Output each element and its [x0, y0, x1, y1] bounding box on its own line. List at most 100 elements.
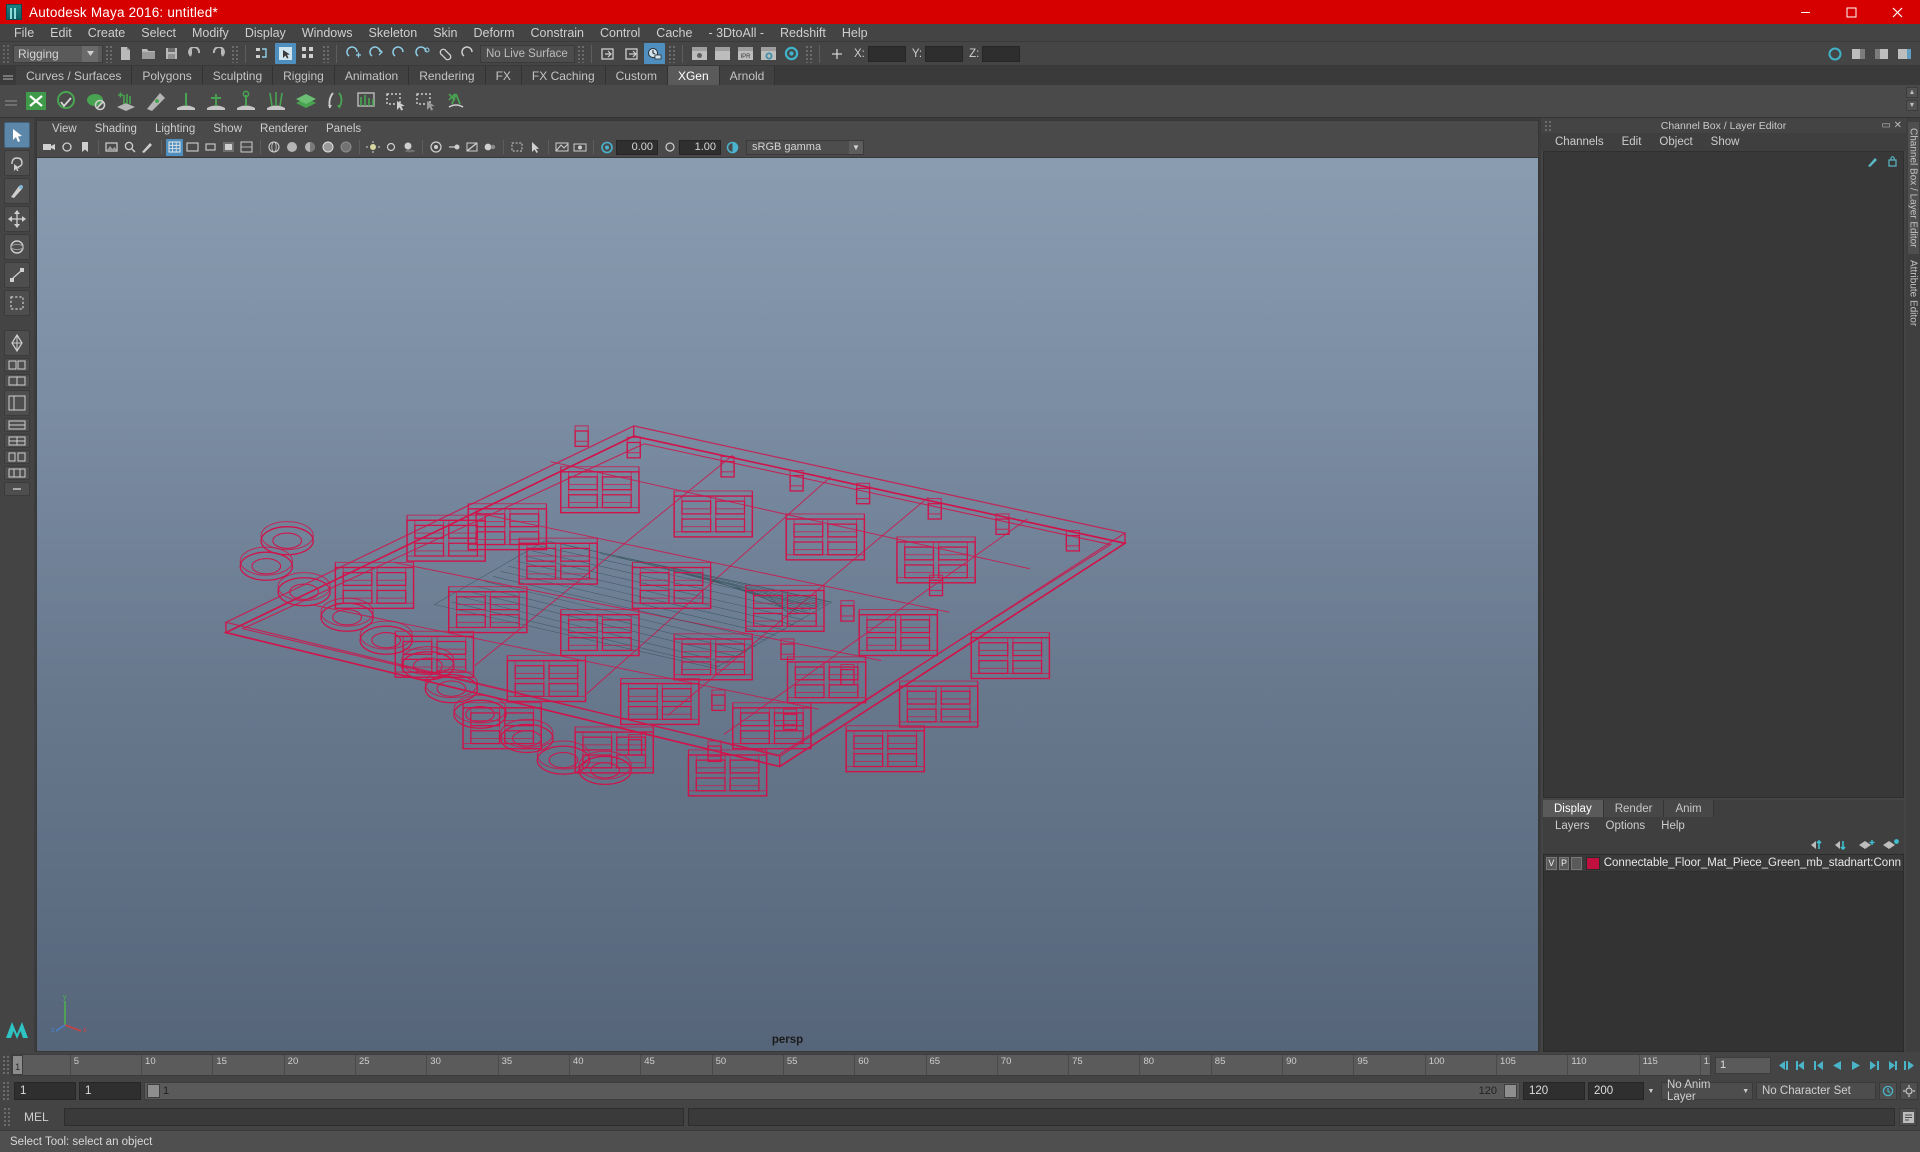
layer-list[interactable]: V P Connectable_Floor_Mat_Piece_Green_mb… — [1543, 854, 1904, 1052]
close-panel-icon[interactable]: ✕ — [1894, 120, 1902, 131]
undo-icon[interactable] — [184, 43, 205, 64]
current-frame-input[interactable] — [1715, 1057, 1771, 1074]
menu-create[interactable]: Create — [80, 24, 134, 42]
viewport-menu-shading[interactable]: Shading — [86, 123, 146, 135]
layer-tab-anim[interactable]: Anim — [1664, 800, 1713, 817]
wireframe-shading-icon[interactable] — [265, 139, 282, 156]
step-back-key-icon[interactable] — [1811, 1056, 1828, 1074]
range-slider-track[interactable]: 1 120 — [144, 1082, 1520, 1100]
panel-grip[interactable] — [1544, 120, 1551, 132]
menu-help[interactable]: Help — [834, 24, 876, 42]
display-capture-icon[interactable] — [571, 139, 588, 156]
layer-color-swatch[interactable] — [1586, 857, 1600, 870]
coord-y-input[interactable] — [925, 46, 963, 62]
channel-menu-object[interactable]: Object — [1650, 136, 1701, 148]
shelf-tab-animation[interactable]: Animation — [335, 66, 409, 85]
film-gate-icon[interactable] — [184, 139, 201, 156]
ipr-render-icon[interactable]: IPR — [735, 43, 756, 64]
shelf-menu-icon[interactable] — [0, 66, 16, 85]
menu-skeleton[interactable]: Skeleton — [361, 24, 426, 42]
step-forward-frame-icon[interactable] — [1883, 1056, 1900, 1074]
shelf-tab-polygons[interactable]: Polygons — [132, 66, 202, 85]
layer-state-toggle[interactable] — [1571, 857, 1582, 870]
viewport-menu-show[interactable]: Show — [204, 123, 251, 135]
render-sequence-icon[interactable] — [712, 43, 733, 64]
snap-to-curve-icon[interactable] — [366, 43, 387, 64]
two-d-pan-zoom-icon[interactable] — [121, 139, 138, 156]
quick-layout-single-pane-icon[interactable] — [4, 358, 30, 372]
play-backwards-icon[interactable] — [1829, 1056, 1846, 1074]
menu-cache[interactable]: Cache — [648, 24, 700, 42]
move-layer-up-icon[interactable] — [1811, 838, 1827, 851]
exposure-input[interactable] — [616, 140, 658, 155]
menu-skin[interactable]: Skin — [425, 24, 465, 42]
make-live-icon[interactable] — [458, 43, 479, 64]
multisample-aa-icon[interactable] — [463, 139, 480, 156]
anim-layer-selector[interactable]: No Anim Layer ▼ — [1661, 1082, 1753, 1100]
use-default-lighting-icon[interactable] — [364, 139, 381, 156]
wireframe-on-shaded-icon[interactable] — [319, 139, 336, 156]
maximize-icon[interactable] — [1828, 0, 1874, 24]
xgen-mask-brush-icon[interactable] — [232, 87, 260, 115]
minimize-icon[interactable] — [1782, 0, 1828, 24]
range-end-input[interactable] — [1588, 1082, 1644, 1100]
xgen-groom-icon[interactable] — [352, 87, 380, 115]
gate-mask-icon[interactable] — [220, 139, 237, 156]
gamma-reset-icon[interactable] — [661, 139, 678, 156]
create-new-layer-icon[interactable] — [1859, 838, 1875, 851]
close-icon[interactable] — [1874, 0, 1920, 24]
layer-list-item[interactable]: V P Connectable_Floor_Mat_Piece_Green_mb… — [1544, 855, 1903, 872]
character-set-selector[interactable]: No Character Set — [1756, 1082, 1876, 1100]
xgen-comb-brush-icon[interactable] — [262, 87, 290, 115]
step-back-frame-icon[interactable] — [1793, 1056, 1810, 1074]
shelf-scroll-down-icon[interactable]: ▼ — [1906, 100, 1918, 111]
viewport-menu-lighting[interactable]: Lighting — [146, 123, 204, 135]
shelf-tab-xgen[interactable]: XGen — [668, 66, 720, 85]
screen-space-ao-icon[interactable] — [427, 139, 444, 156]
layer-tab-display[interactable]: Display — [1543, 800, 1604, 817]
menu-edit[interactable]: Edit — [42, 24, 80, 42]
layer-menu-help[interactable]: Help — [1653, 820, 1693, 832]
film-gate-overlay-icon[interactable] — [238, 139, 255, 156]
shelf-tab-sculpting[interactable]: Sculpting — [203, 66, 273, 85]
channel-menu-edit[interactable]: Edit — [1613, 136, 1651, 148]
go-to-start-icon[interactable] — [1775, 1056, 1792, 1074]
exposure-icon[interactable] — [553, 139, 570, 156]
time-slider-playhead[interactable]: 1 — [12, 1055, 23, 1075]
image-plane-icon[interactable] — [103, 139, 120, 156]
layer-tab-render[interactable]: Render — [1604, 800, 1665, 817]
new-scene-icon[interactable] — [115, 43, 136, 64]
snap-to-view-plane-icon[interactable] — [435, 43, 456, 64]
rotate-tool-icon[interactable] — [4, 234, 30, 260]
time-slider-track[interactable]: 1 5 10 15 20 25 30 35 40 45 50 55 60 65 … — [11, 1054, 1711, 1076]
coord-x-input[interactable] — [868, 46, 906, 62]
smooth-shade-all-icon[interactable] — [283, 139, 300, 156]
lasso-tool-icon[interactable] — [4, 150, 30, 176]
xgen-add-brush-icon[interactable] — [202, 87, 230, 115]
gamma-input[interactable] — [679, 140, 721, 155]
select-by-object-icon[interactable] — [275, 43, 296, 64]
open-scene-icon[interactable] — [138, 43, 159, 64]
toolbar-grip[interactable] — [2, 44, 11, 64]
camera-attributes-icon[interactable] — [58, 139, 75, 156]
layer-visibility-toggle[interactable]: V — [1546, 857, 1557, 870]
hypershade-icon[interactable] — [781, 43, 802, 64]
chevron-down-icon[interactable]: ▼ — [1644, 1088, 1658, 1095]
move-layer-down-icon[interactable] — [1835, 838, 1851, 851]
snap-to-projected-center-icon[interactable] — [412, 43, 433, 64]
shelf-tab-rigging[interactable]: Rigging — [273, 66, 335, 85]
snap-to-point-icon[interactable] — [389, 43, 410, 64]
quick-layout-collapse-icon[interactable] — [4, 482, 30, 496]
viewport-menu-view[interactable]: View — [43, 123, 86, 135]
step-forward-key-icon[interactable] — [1865, 1056, 1882, 1074]
command-line-grip[interactable] — [3, 1107, 12, 1127]
shelf-tab-fx-caching[interactable]: FX Caching — [522, 66, 606, 85]
toggle-selection-highlight-icon[interactable] — [526, 139, 543, 156]
menu-redshift[interactable]: Redshift — [772, 24, 834, 42]
play-forwards-icon[interactable] — [1847, 1056, 1864, 1074]
xgen-sculpt-guide-icon[interactable] — [142, 87, 170, 115]
menu-display[interactable]: Display — [237, 24, 294, 42]
menu-control[interactable]: Control — [592, 24, 648, 42]
xgen-editor-icon[interactable] — [22, 87, 50, 115]
range-end-handle[interactable] — [1504, 1084, 1517, 1098]
